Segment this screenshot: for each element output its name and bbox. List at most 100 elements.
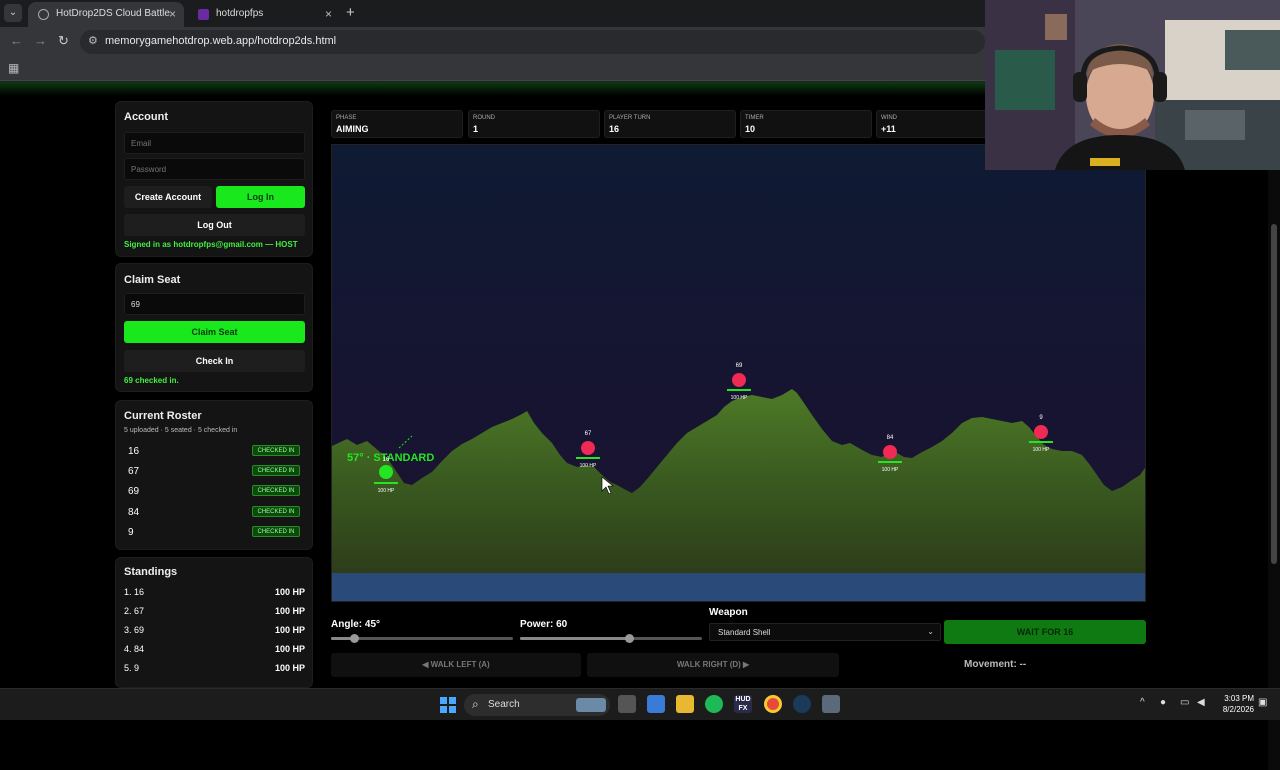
weapon-value: Standard Shell — [718, 628, 771, 637]
wait-for-turn-button[interactable]: WAIT FOR 16 — [944, 620, 1146, 644]
login-button[interactable]: Log In — [216, 186, 305, 208]
new-tab-button[interactable]: + — [346, 4, 355, 21]
tank-body — [1034, 425, 1048, 439]
reload-icon[interactable]: ↻ — [58, 33, 69, 49]
stat-label: WIND — [881, 115, 897, 121]
tank-body — [379, 465, 393, 479]
standings-row: 5. 9 100 HP — [124, 661, 305, 675]
water — [332, 573, 1145, 601]
power-fill — [520, 637, 630, 640]
claim-seat-button[interactable]: Claim Seat — [124, 321, 305, 343]
player-label: 69 — [736, 363, 743, 369]
seat-number: 84 — [128, 507, 140, 518]
power-slider[interactable] — [520, 634, 702, 643]
account-panel: Account Create Account Log In Log Out Si… — [115, 101, 313, 257]
standing-name: 3. 69 — [124, 625, 145, 635]
player-hp: 100 HP — [378, 488, 395, 494]
windows-start-icon[interactable] — [440, 697, 456, 713]
timer-stat: TIMER 10 — [740, 110, 872, 138]
health-bar — [878, 461, 902, 463]
password-field[interactable] — [124, 158, 305, 180]
battlefield-canvas[interactable]: 57° · STANDARD 16 100 HP 67 100 HP 69 10… — [331, 144, 1146, 602]
tab-search-button[interactable]: ⌄ — [4, 4, 22, 22]
roster-row: 16 CHECKED IN — [128, 444, 300, 458]
claim-seat-panel: Claim Seat Claim Seat Check In 69 checke… — [115, 263, 313, 392]
scrollbar-thumb[interactable] — [1271, 224, 1277, 564]
taskbar-search[interactable]: ⌕ Search — [464, 694, 610, 716]
network-icon[interactable]: ▭ — [1180, 697, 1189, 708]
hud-fx-icon[interactable]: HUD FX — [734, 695, 752, 713]
forward-icon[interactable]: → — [34, 33, 47, 48]
walk-left-button[interactable]: ◀ WALK LEFT (A) — [331, 653, 581, 677]
url-text: memorygamehotdrop.web.app/hotdrop2ds.htm… — [105, 35, 337, 47]
chrome-icon[interactable] — [764, 695, 782, 713]
player-label: 67 — [585, 431, 592, 437]
spotify-icon[interactable] — [705, 695, 723, 713]
email-field[interactable] — [124, 132, 305, 154]
webcam-image — [985, 0, 1280, 170]
player-turn-stat: PLAYER TURN 16 — [604, 110, 736, 138]
account-title: Account — [124, 111, 168, 123]
tank-body — [883, 445, 897, 459]
notepad-icon[interactable] — [647, 695, 665, 713]
show-hidden-icons[interactable]: ^ — [1140, 697, 1145, 708]
player-label: 84 — [887, 435, 894, 441]
standing-name: 4. 84 — [124, 644, 145, 654]
close-tab-icon[interactable]: × — [325, 2, 332, 26]
checked-in-badge: CHECKED IN — [252, 526, 300, 537]
check-in-button[interactable]: Check In — [124, 350, 305, 372]
file-explorer-icon[interactable] — [676, 695, 694, 713]
tab-hotdrop2ds[interactable]: HotDrop2DS Cloud Battle × — [28, 2, 184, 27]
globe-icon — [38, 9, 49, 20]
task-view-icon[interactable] — [618, 695, 636, 713]
movement-status: Movement: -- — [964, 659, 1027, 670]
health-bar — [727, 389, 751, 391]
system-clock[interactable]: 3:03 PM 8/2/2026 — [1214, 693, 1254, 715]
apps-grid-icon[interactable]: ▦ — [8, 61, 19, 75]
page-scrollbar[interactable] — [1268, 164, 1280, 770]
back-icon[interactable]: ← — [10, 33, 23, 48]
health-bar — [374, 482, 398, 484]
close-tab-icon[interactable]: × — [169, 2, 176, 26]
windows-taskbar: ⌕ Search HUD FX ^ ● ▭ ◀ 3:03 PM 8/2/2026 … — [0, 688, 1280, 720]
search-icon: ⌕ — [472, 697, 479, 711]
stat-value: 10 — [745, 124, 756, 134]
app-icon[interactable] — [822, 695, 840, 713]
seat-number: 9 — [128, 527, 134, 538]
tab-hotdropfps[interactable]: hotdropfps × — [188, 2, 340, 27]
angle-slider[interactable] — [331, 634, 513, 643]
player-label: 16 — [383, 457, 390, 463]
weapon-select[interactable]: Standard Shell ⌄ — [709, 623, 941, 641]
search-highlight-icon — [576, 698, 606, 712]
seat-number-field[interactable] — [124, 293, 305, 315]
power-thumb[interactable] — [625, 634, 635, 643]
standing-hp: 100 HP — [274, 587, 305, 597]
twitch-icon — [198, 9, 209, 20]
volume-icon[interactable]: ◀ — [1197, 697, 1205, 708]
standings-row: 4. 84 100 HP — [124, 642, 305, 656]
notifications-icon[interactable]: ▣ — [1258, 697, 1267, 708]
logout-button[interactable]: Log Out — [124, 214, 305, 236]
standing-hp: 100 HP — [274, 606, 305, 616]
create-account-button[interactable]: Create Account — [124, 186, 212, 208]
angle-label: Angle: 45° — [331, 619, 381, 630]
tank-body — [732, 373, 746, 387]
steam-icon[interactable] — [793, 695, 811, 713]
seat-number: 67 — [128, 466, 140, 477]
angle-thumb[interactable] — [349, 634, 359, 643]
address-bar[interactable]: ⚙ memorygamehotdrop.web.app/hotdrop2ds.h… — [80, 30, 985, 54]
standings-title: Standings — [124, 566, 178, 578]
webcam-overlay — [985, 0, 1280, 170]
stat-value: 16 — [609, 124, 620, 134]
walk-right-button[interactable]: WALK RIGHT (D) ▶ — [587, 653, 839, 677]
site-info-icon[interactable]: ⚙ — [88, 34, 98, 47]
standings-row: 3. 69 100 HP — [124, 623, 305, 637]
power-label: Power: 60 — [520, 619, 568, 630]
roster-panel: Current Roster 5 uploaded · 5 seated · 5… — [115, 400, 313, 550]
standing-name: 2. 67 — [124, 606, 145, 616]
checked-in-badge: CHECKED IN — [252, 506, 300, 517]
microphone-icon[interactable]: ● — [1160, 697, 1166, 708]
claim-seat-title: Claim Seat — [124, 274, 181, 286]
signed-in-status: Signed in as hotdropfps@gmail.com — HOST — [124, 240, 298, 249]
standing-hp: 100 HP — [274, 644, 305, 654]
